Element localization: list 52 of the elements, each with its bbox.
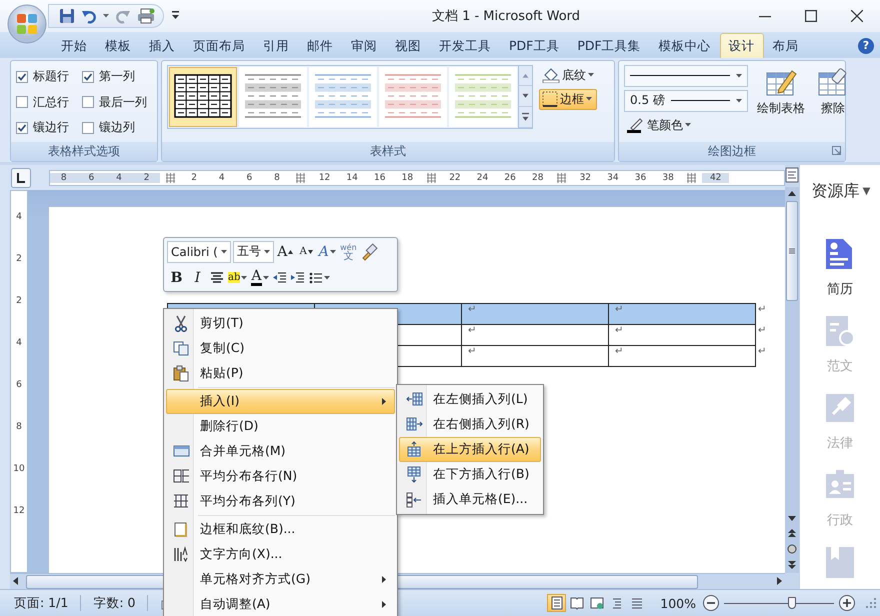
- ruler-number: 24: [476, 172, 490, 183]
- ruler-number: 12: [318, 172, 332, 183]
- group-title: 表样式: [162, 142, 614, 161]
- ruler-number: 6: [78, 172, 106, 183]
- ruler-number: 14: [345, 172, 359, 183]
- paragraph-mark: ↵: [608, 324, 756, 346]
- ruler-number: 34: [606, 172, 620, 183]
- panel-title: 资源库: [812, 181, 860, 202]
- ruler-number: 22: [448, 172, 462, 183]
- ruler-number: 2: [16, 253, 22, 266]
- ruler-number: 2: [16, 295, 22, 308]
- checkbox-label: 镶边列: [99, 119, 135, 136]
- ruler-number: 4: [105, 172, 133, 183]
- ruler-number: 12: [13, 505, 25, 518]
- paragraph-mark: ↵: [462, 304, 608, 325]
- ruler-number: 26: [503, 172, 517, 183]
- window-title: 文档 1 - Microsoft Word: [430, 8, 582, 25]
- ruler-number: 8: [273, 172, 281, 183]
- ruler-number: 2: [190, 172, 198, 183]
- ruler-number: 10: [13, 463, 25, 476]
- paragraph-mark: ↵: [462, 324, 608, 346]
- ruler-number: 36: [634, 172, 648, 183]
- ruler-number: 4: [16, 337, 22, 350]
- ruler-number: 6: [16, 379, 22, 392]
- ruler-number: 4: [218, 172, 226, 183]
- checkbox-label: 最后一列: [99, 94, 147, 111]
- group-title: 绘图边框: [619, 142, 845, 161]
- ruler-number: 38: [661, 172, 675, 183]
- ruler-number: 32: [578, 172, 592, 183]
- ruler-number: 18: [400, 172, 414, 183]
- ruler-number: 2: [132, 172, 160, 183]
- checkbox-label: 汇总行: [33, 94, 69, 111]
- paragraph-mark: ↵: [608, 346, 756, 367]
- ruler-number: 6: [245, 172, 254, 183]
- ruler-number: 42: [702, 172, 730, 183]
- paragraph-mark: ↵: [608, 304, 756, 325]
- ruler-number: 8: [50, 172, 78, 183]
- checkbox-label: 镶边行: [33, 119, 69, 136]
- paragraph-mark: ↵: [462, 346, 608, 367]
- ruler-number: 16: [373, 172, 386, 183]
- zoom-level: 100%: [660, 596, 696, 611]
- ruler-number: 8: [16, 421, 22, 434]
- ruler-number: 28: [530, 172, 544, 183]
- checkbox-label: 标题行: [33, 68, 69, 86]
- page-count: 页面: 1/1: [14, 594, 68, 612]
- paragraph-mark: ↵: [756, 324, 767, 346]
- checkbox-label: 第一列: [99, 68, 135, 86]
- paragraph-mark: ↵: [756, 346, 767, 367]
- paragraph-mark: ↵: [756, 304, 767, 325]
- group-title: 表格样式选项: [11, 142, 157, 161]
- word-count: 字数: 0: [93, 594, 136, 612]
- ruler-number: 4: [16, 211, 22, 224]
